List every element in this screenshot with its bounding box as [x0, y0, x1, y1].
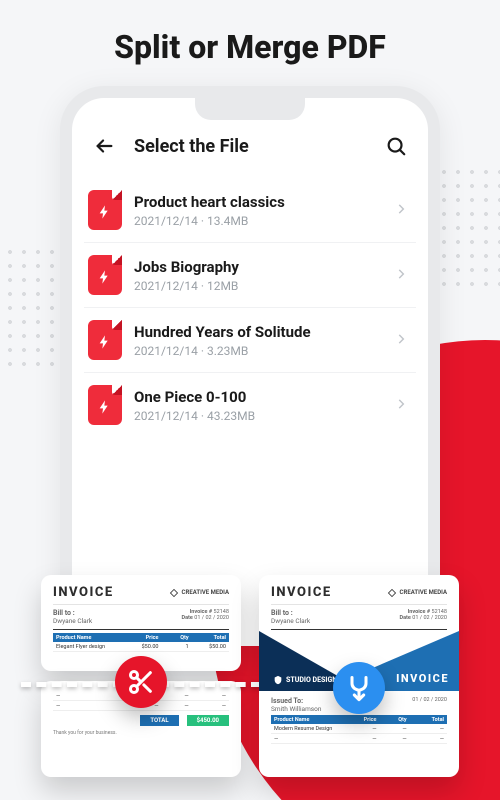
shield-icon [273, 675, 283, 685]
split-preview: INVOICE CREATIVE MEDIA Bill to :Dwyane C… [41, 575, 241, 788]
invoice-label: INVOICE [53, 585, 114, 600]
file-row[interactable]: One Piece 0-100 2021/12/14 · 43.23MB [84, 373, 416, 437]
file-row[interactable]: Product heart classics 2021/12/14 · 13.4… [84, 178, 416, 243]
phone-mockup: Select the File Product heart classics 2… [60, 86, 440, 646]
phone-notch [195, 98, 305, 120]
preview-row: INVOICE CREATIVE MEDIA Bill to :Dwyane C… [0, 575, 500, 800]
invoice-brand: CREATIVE MEDIA [387, 588, 447, 598]
invoice-brand: CREATIVE MEDIA [169, 588, 229, 598]
file-text: One Piece 0-100 2021/12/14 · 43.23MB [134, 388, 382, 423]
file-list: Product heart classics 2021/12/14 · 13.4… [72, 172, 428, 443]
file-row[interactable]: Jobs Biography 2021/12/14 · 12MB [84, 243, 416, 308]
file-meta: 2021/12/14 · 13.4MB [134, 214, 382, 228]
file-title: Hundred Years of Solitude [134, 323, 382, 341]
file-text: Jobs Biography 2021/12/14 · 12MB [134, 258, 382, 293]
scissors-icon [127, 668, 155, 696]
chevron-right-icon [394, 201, 408, 220]
merge-preview: INVOICE CREATIVE MEDIA Bill to :Dwyane C… [259, 575, 459, 788]
diamond-icon [169, 588, 179, 598]
file-row[interactable]: Hundred Years of Solitude 2021/12/14 · 3… [84, 308, 416, 373]
file-text: Product heart classics 2021/12/14 · 13.4… [134, 193, 382, 228]
chevron-right-icon [394, 266, 408, 285]
file-meta: 2021/12/14 · 3.23MB [134, 344, 382, 358]
pdf-file-icon [88, 190, 122, 230]
pdf-file-icon [88, 320, 122, 360]
pdf-file-icon [88, 385, 122, 425]
merge-icon [345, 674, 373, 702]
chevron-right-icon [394, 331, 408, 350]
file-meta: 2021/12/14 · 43.23MB [134, 409, 382, 423]
file-title: Product heart classics [134, 193, 382, 211]
invoice-label: INVOICE [271, 585, 332, 600]
page-title: Split or Merge PDF [0, 0, 500, 66]
file-title: One Piece 0-100 [134, 388, 382, 406]
diamond-icon [387, 588, 397, 598]
file-title: Jobs Biography [134, 258, 382, 276]
studio-logo: STUDIO DESIGN [273, 675, 337, 685]
pdf-file-icon [88, 255, 122, 295]
search-button[interactable] [382, 132, 410, 160]
invoice-label-reverse: INVOICE [396, 672, 449, 685]
invoice-footer: Thank you for your business. [53, 730, 229, 736]
chevron-right-icon [394, 396, 408, 415]
appbar-title: Select the File [134, 136, 366, 157]
file-text: Hundred Years of Solitude 2021/12/14 · 3… [134, 323, 382, 358]
file-meta: 2021/12/14 · 12MB [134, 279, 382, 293]
split-badge[interactable] [115, 656, 167, 708]
search-icon [385, 135, 407, 157]
merge-badge[interactable] [333, 662, 385, 714]
back-button[interactable] [90, 132, 118, 160]
invoice-total: TOTAL$450.00 [53, 715, 229, 726]
arrow-left-icon [93, 135, 115, 157]
